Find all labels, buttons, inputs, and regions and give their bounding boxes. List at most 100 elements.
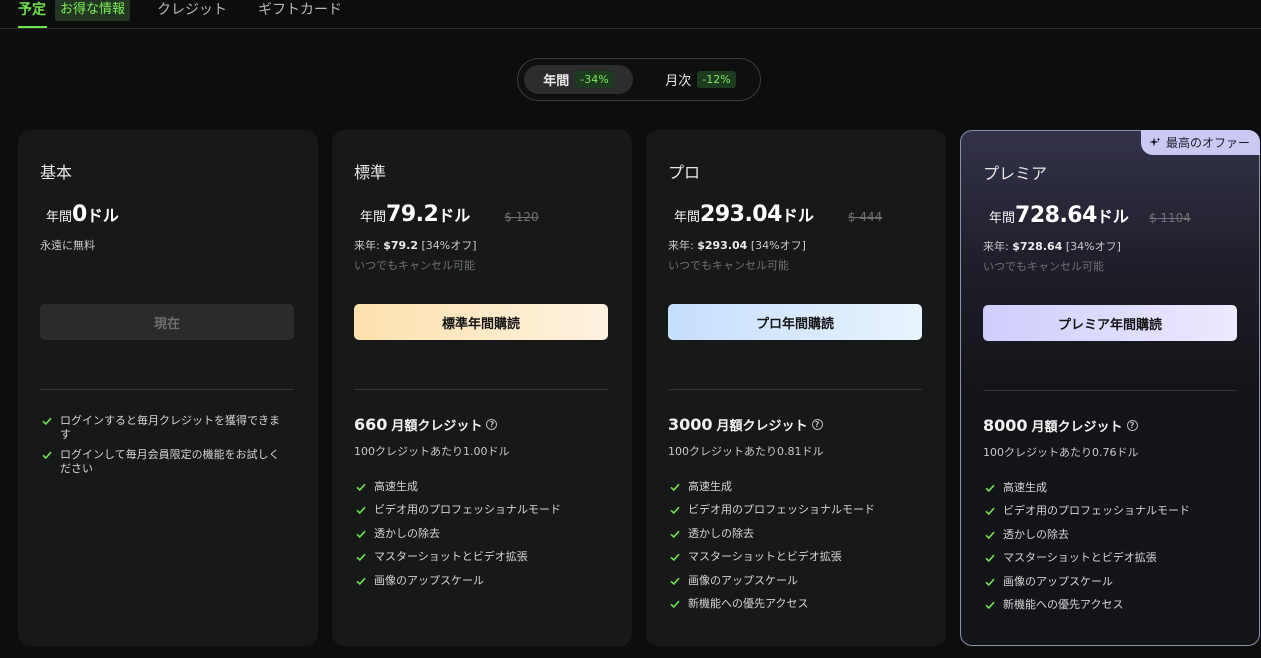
price-prefix: 年間 — [46, 210, 73, 225]
sparkle-icon — [1149, 137, 1161, 146]
monthly-credits: 3000 月額クレジット ? — [668, 415, 823, 434]
check-icon — [670, 553, 680, 562]
help-icon[interactable]: ? — [1126, 420, 1138, 431]
cancel-note: いつでもキャンセル可能 — [983, 260, 1104, 273]
feature-text: ログインすると毎月クレジットを獲得できます — [60, 414, 280, 441]
check-icon — [670, 577, 680, 585]
check-icon — [42, 417, 52, 426]
credits-label: 月額クレジット — [391, 419, 483, 434]
feature-text: 高速生成 — [374, 480, 418, 493]
original-price: $ 444 — [847, 210, 883, 224]
divider — [40, 389, 294, 390]
feature-text: 高速生成 — [1003, 481, 1047, 494]
credit-rate: 100クレジットあたり1.00ドル — [354, 445, 510, 458]
active-tab-indicator — [18, 26, 47, 28]
plan-card-premier: 最高のオファー プレミア 年間 728.64 ドル $ 1104 来年: $72… — [960, 130, 1260, 646]
feature-text: 新機能への優先アクセス — [1003, 597, 1124, 611]
credit-rate: 100クレジットあたり0.81ドル — [668, 445, 824, 458]
price-unit: ドル — [781, 206, 814, 225]
help-icon[interactable]: ? — [486, 419, 498, 430]
check-icon — [356, 553, 366, 562]
plan-card-pro: プロ 年間 293.04 ドル $ 444 来年: $293.04 [34%オフ… — [646, 130, 946, 646]
price-row: 年間 293.04 ドル $ 444 — [674, 202, 882, 227]
check-icon — [670, 507, 680, 515]
feature-list: 高速生成 ビデオ用のプロフェッショナルモード 透かしの除去 マスターショットとビ… — [668, 480, 875, 620]
free-forever-note: 永遠に無料 — [40, 239, 95, 252]
plan-name: 基本 — [40, 163, 73, 182]
price-row: 年間 79.2 ドル $ 120 — [360, 202, 539, 227]
help-icon[interactable]: ? — [811, 419, 823, 430]
renewal-label: 来年: — [983, 240, 1009, 253]
check-icon — [670, 483, 680, 492]
subscribe-standard-button[interactable]: 標準年間購読 — [354, 304, 608, 340]
price-prefix: 年間 — [674, 210, 701, 225]
plan-card-standard: 標準 年間 79.2 ドル $ 120 来年: $79.2 [34%オフ] いつ… — [332, 130, 632, 646]
original-price: $ 1104 — [1148, 211, 1191, 225]
check-icon — [356, 577, 366, 585]
credits-label: 月額クレジット — [1031, 420, 1123, 435]
feature-item: 新機能への優先アクセス — [668, 597, 875, 620]
monthly-credits: 8000 月額クレジット ? — [983, 416, 1138, 435]
price-unit: ドル — [86, 206, 119, 225]
feature-item: 透かしの除去 — [354, 527, 561, 550]
feature-text: 新機能への優先アクセス — [688, 596, 809, 610]
price-amount: 79.2 — [386, 202, 439, 227]
tab-plans[interactable]: 予定 — [18, 1, 46, 21]
feature-item: ログインすると毎月クレジットを獲得できます — [40, 414, 290, 442]
check-icon — [985, 578, 995, 586]
plan-name: プレミア — [983, 164, 1048, 183]
price-prefix: 年間 — [360, 210, 387, 225]
subscribe-premier-button[interactable]: プレミア年間購読 — [983, 305, 1237, 341]
annual-discount-badge: -34% — [575, 71, 614, 88]
feature-item: 透かしの除去 — [668, 527, 875, 550]
monthly-label: 月次 — [665, 74, 692, 89]
check-icon — [985, 531, 995, 539]
cancel-note: いつでもキャンセル可能 — [668, 259, 789, 272]
price-row: 年間 728.64 ドル $ 1104 — [989, 203, 1191, 228]
tab-deals[interactable]: お得な情報 — [55, 0, 131, 21]
feature-item: ログインして毎月会員限定の機能をお試しください — [40, 448, 290, 476]
check-icon — [670, 600, 680, 609]
best-offer-badge: 最高のオファー — [1140, 130, 1260, 155]
feature-item: 高速生成 — [668, 480, 875, 503]
price-row: 年間 0 ドル — [46, 202, 153, 227]
renewal-price: $728.64 — [1012, 240, 1063, 253]
monthly-option[interactable]: 月次 -12% — [648, 65, 753, 94]
feature-text: 高速生成 — [688, 480, 732, 493]
feature-item: 画像のアップスケール — [983, 575, 1190, 598]
renewal-label: 来年: — [668, 239, 694, 252]
feature-list: 高速生成 ビデオ用のプロフェッショナルモード 透かしの除去 マスターショットとビ… — [354, 480, 561, 597]
renewal-price: $293.04 — [697, 239, 748, 252]
renewal-label: 来年: — [354, 239, 380, 252]
check-icon — [356, 483, 366, 492]
feature-text: マスターショットとビデオ拡張 — [1003, 551, 1157, 565]
credits-amount: 8000 — [983, 416, 1028, 435]
renewal-note: 来年: $79.2 [34%オフ] — [354, 237, 477, 253]
feature-text: マスターショットとビデオ拡張 — [374, 550, 528, 564]
feature-text: 透かしの除去 — [1003, 527, 1069, 541]
price-amount: 728.64 — [1015, 203, 1097, 228]
check-icon — [356, 507, 366, 515]
feature-item: マスターショットとビデオ拡張 — [983, 551, 1190, 574]
price-amount: 0 — [72, 202, 87, 227]
renewal-discount: [34%オフ] — [421, 239, 477, 252]
subscribe-pro-button[interactable]: プロ年間購読 — [668, 304, 922, 340]
renewal-note: 来年: $728.64 [34%オフ] — [983, 238, 1121, 254]
feature-list: 高速生成 ビデオ用のプロフェッショナルモード 透かしの除去 マスターショットとビ… — [983, 481, 1190, 621]
feature-item: 新機能への優先アクセス — [983, 598, 1190, 621]
tab-credits[interactable]: クレジット — [157, 1, 227, 21]
feature-text: マスターショットとビデオ拡張 — [688, 550, 842, 564]
feature-item: 透かしの除去 — [983, 528, 1190, 551]
feature-item: 高速生成 — [983, 481, 1190, 504]
divider — [354, 389, 608, 390]
cancel-note: いつでもキャンセル可能 — [354, 259, 475, 272]
feature-list: ログインすると毎月クレジットを獲得できます ログインして毎月会員限定の機能をお試… — [40, 414, 290, 482]
tab-gift-cards[interactable]: ギフトカード — [258, 1, 342, 21]
check-icon — [985, 508, 995, 516]
feature-text: 透かしの除去 — [688, 526, 754, 540]
renewal-note: 来年: $293.04 [34%オフ] — [668, 237, 806, 253]
current-plan-button[interactable]: 現在 — [40, 304, 294, 340]
price-unit: ドル — [438, 206, 471, 225]
annual-option[interactable]: 年間 -34% — [524, 65, 633, 94]
plan-name: プロ — [668, 163, 701, 182]
